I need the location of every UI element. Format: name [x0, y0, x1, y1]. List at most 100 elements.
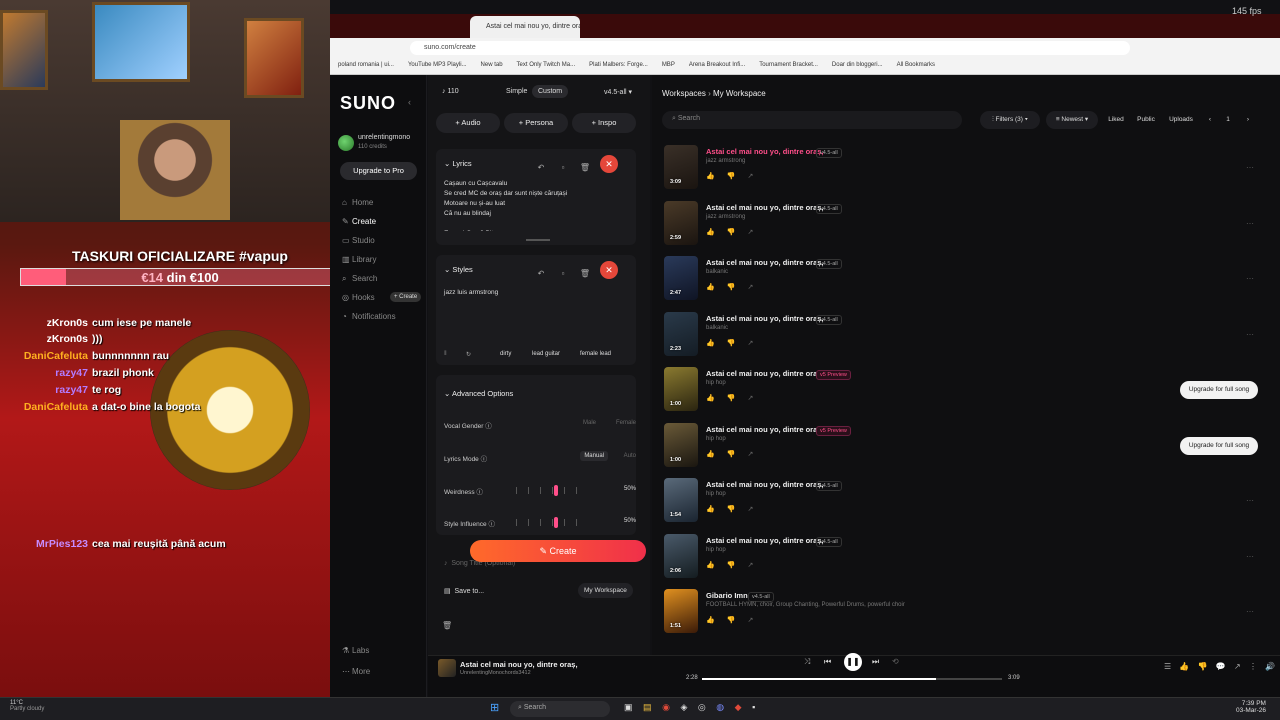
volume-icon[interactable]: 🔊 [1265, 662, 1275, 671]
clock[interactable]: 7:39 PM 03-Mar-26 [1236, 700, 1266, 714]
create-button[interactable]: ✎ Create [470, 540, 646, 562]
song-thumbnail[interactable]: 1:00 [664, 367, 698, 411]
share-icon[interactable]: ↗ [747, 617, 753, 624]
sidebar-item-search[interactable]: ⌕ Search [342, 274, 377, 284]
undo-icon[interactable]: ↶ [530, 269, 552, 278]
advanced-header[interactable]: ⌄ Advanced Options [444, 389, 513, 398]
refresh-icon[interactable]: ↻ [466, 351, 471, 358]
song-title[interactable]: Astai cel mai nou yo, dintre oraș, [706, 147, 824, 156]
song-row[interactable]: 2:59 Astai cel mai nou yo, dintre oraș, v4… [664, 200, 1264, 253]
comment-icon[interactable]: 💬 [1216, 662, 1226, 671]
bookmark-item[interactable]: YouTube MP3 Playli... [408, 62, 467, 68]
discord-icon[interactable]: ◍ [716, 702, 724, 712]
lyrics-header[interactable]: ⌄ Lyrics [444, 159, 472, 168]
chat-username[interactable]: razy47 [0, 384, 92, 396]
share-icon[interactable]: ↗ [1234, 662, 1241, 671]
sort-button[interactable]: ≡ Newest ▾ [1046, 111, 1098, 129]
lyrics-auto-option[interactable]: Auto [624, 453, 636, 459]
song-row[interactable]: 2:47 Astai cel mai nou yo, dintre oraș, v4… [664, 256, 1264, 308]
song-title[interactable]: Gibario Imn [706, 591, 748, 600]
breadcrumb-workspaces[interactable]: Workspaces [662, 89, 706, 98]
song-title[interactable]: Astai cel mai nou yo, dintre oraș, [706, 480, 824, 489]
more-icon[interactable]: ⋯ [1246, 496, 1254, 505]
share-icon[interactable]: ↗ [747, 284, 753, 291]
more-icon[interactable]: ⋯ [1246, 552, 1254, 561]
chat-username[interactable]: zKron0s [0, 333, 92, 345]
sidebar-item-more[interactable]: ⋯ More [342, 667, 370, 676]
share-icon[interactable]: ↗ [747, 340, 753, 347]
like-icon[interactable]: 👍 [706, 229, 715, 236]
magic-wand-icon[interactable]: ✕ [600, 155, 618, 173]
song-thumbnail[interactable]: 1:00 [664, 422, 698, 467]
sidebar-item-library[interactable]: ▥ Library [342, 255, 376, 264]
repeat-icon[interactable]: ⟲ [892, 657, 899, 666]
queue-icon[interactable]: ☰ [1164, 662, 1171, 671]
song-thumbnail[interactable]: 2:47 [664, 256, 698, 300]
add-audio-button[interactable]: + Audio [436, 113, 500, 133]
dislike-icon[interactable]: 👎 [727, 506, 736, 513]
workspace-select[interactable]: My Workspace [578, 583, 633, 598]
vocal-female-option[interactable]: Female [616, 420, 636, 426]
more-icon[interactable]: ⋯ [1246, 607, 1254, 616]
more-icon[interactable]: ⋯ [1246, 330, 1254, 339]
magic-wand-icon[interactable]: ✕ [600, 261, 618, 279]
add-persona-button[interactable]: + Persona [504, 113, 568, 133]
bookmark-item[interactable]: Doar din bloggeri... [832, 62, 883, 68]
weirdness-slider[interactable] [514, 485, 584, 496]
song-title[interactable]: Astai cel mai nou yo, dintre oraș, [706, 203, 824, 212]
next-page-icon[interactable]: › [1242, 111, 1254, 129]
like-icon[interactable]: 👍 [706, 340, 715, 347]
pause-button[interactable]: ❚❚ [844, 653, 862, 671]
obs-icon[interactable]: ◎ [698, 702, 706, 712]
song-title[interactable]: Astai cel mai nou yo, dintre oraș, [706, 314, 824, 323]
song-row[interactable]: 1:00 Astai cel mai nou yo, dintre oraș, v5… [664, 422, 1264, 475]
model-select[interactable]: v4.5-all ▾ [604, 88, 632, 96]
more-icon[interactable]: ⋯ [1246, 219, 1254, 228]
dislike-icon[interactable]: 👎 [1198, 662, 1208, 671]
like-icon[interactable]: 👍 [706, 284, 715, 291]
like-icon[interactable]: 👍 [706, 506, 715, 513]
sidebar-item-hooks[interactable]: ◎ Hooks [342, 293, 375, 302]
dislike-icon[interactable]: 👎 [727, 395, 736, 402]
copy-icon[interactable]: ▫ [552, 269, 574, 278]
app-icon[interactable]: ◆ [735, 702, 742, 712]
song-row[interactable]: 1:00 Astai cel mai nou yo, dintre oraș, v5… [664, 367, 1264, 419]
share-icon[interactable]: ↗ [747, 395, 753, 402]
prev-page-icon[interactable]: ‹ [1204, 111, 1216, 129]
song-thumbnail[interactable]: 3:09 [664, 145, 698, 189]
like-icon[interactable]: 👍 [706, 617, 715, 624]
bookmark-item[interactable]: MBP [662, 62, 675, 68]
song-thumbnail[interactable]: 1:54 [664, 478, 698, 522]
bookmark-item[interactable]: Arena Breakout Infi... [689, 62, 745, 68]
url-input[interactable]: suno.com/create [410, 41, 1130, 55]
more-icon[interactable]: ⋯ [1246, 274, 1254, 283]
dislike-icon[interactable]: 👎 [727, 229, 736, 236]
add-inspo-button[interactable]: + Inspo [572, 113, 636, 133]
explorer-icon[interactable]: ▤ [643, 702, 652, 712]
trash-icon[interactable]: 🗑 [574, 163, 596, 172]
vocal-male-option[interactable]: Male [583, 420, 596, 426]
style-influence-slider[interactable] [514, 517, 584, 528]
share-icon[interactable]: ↗ [747, 506, 753, 513]
style-tag[interactable]: female lead [580, 351, 611, 357]
previous-icon[interactable]: ⏮ [824, 657, 831, 667]
liked-filter[interactable]: Liked [1104, 111, 1128, 129]
chrome-icon[interactable]: ◉ [662, 702, 670, 712]
song-thumbnail[interactable]: 2:59 [664, 200, 698, 245]
dislike-icon[interactable]: 👎 [727, 173, 736, 180]
taskbar-search[interactable]: ⌕ Search [510, 701, 610, 717]
chat-username[interactable]: zKron0s [0, 317, 92, 329]
player-thumbnail[interactable] [438, 659, 456, 677]
upgrade-full-song-button[interactable]: Upgrade for full song [1180, 436, 1258, 455]
sidebar-item-labs[interactable]: ⚗ Labs [342, 646, 369, 655]
mode-custom-tab[interactable]: Custom [532, 85, 569, 98]
filters-button[interactable]: ⫶ Filters (3) ▾ [980, 111, 1040, 129]
bookmark-item[interactable]: Text Only Twitch Ma... [517, 62, 576, 68]
public-filter[interactable]: Public [1132, 111, 1160, 129]
search-input[interactable]: ⌕ Search [662, 111, 962, 129]
bookmark-item[interactable]: Plati Malbers: Forge... [589, 62, 648, 68]
sidebar-item-studio[interactable]: ▭ Studio [342, 236, 375, 245]
dislike-icon[interactable]: 👎 [727, 617, 736, 624]
like-icon[interactable]: 👍 [706, 395, 715, 402]
song-row[interactable]: 2:23 Astai cel mai nou yo, dintre oraș, v4… [664, 311, 1264, 364]
